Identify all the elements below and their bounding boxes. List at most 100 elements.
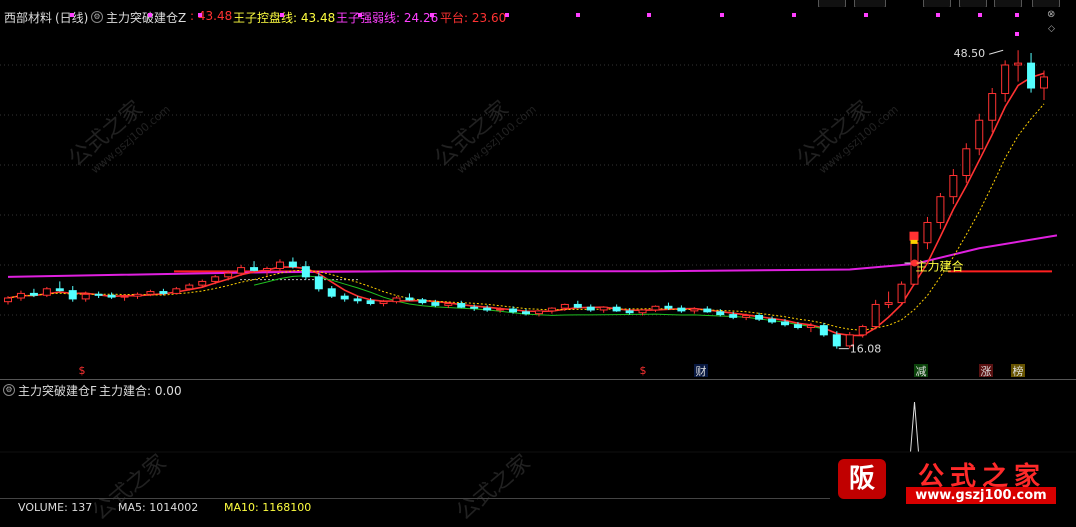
candle (340, 293, 349, 302)
candle-body (806, 325, 815, 328)
candle (1040, 70, 1048, 100)
candle-body (457, 303, 466, 308)
candle-body (1014, 62, 1023, 66)
candle (923, 216, 932, 250)
candle (16, 290, 25, 301)
candle (573, 300, 582, 309)
candle-body (172, 288, 181, 294)
signal-box (909, 231, 919, 241)
candle-body (677, 307, 686, 312)
candle (962, 143, 971, 183)
candle-body (923, 221, 932, 244)
candle-body (884, 302, 893, 305)
candle-body (366, 300, 375, 305)
candle (405, 293, 414, 301)
candle (42, 286, 51, 298)
candle-body (988, 93, 997, 121)
candles-layer (4, 50, 1048, 349)
candle-body (949, 175, 958, 198)
candle-body (638, 309, 647, 314)
candle-body (94, 293, 103, 296)
candle-body (897, 283, 906, 304)
candle-body (42, 288, 51, 296)
candle-body (81, 293, 90, 300)
candle (275, 259, 284, 272)
candle-body (781, 321, 789, 326)
high-price-label: 48.50 (954, 47, 986, 60)
candle (612, 304, 621, 312)
candle-body (301, 266, 310, 278)
candle-body (509, 308, 518, 313)
candle (625, 308, 634, 315)
candle-body (250, 267, 259, 271)
candle-body (146, 291, 155, 295)
top-signal-dot (792, 13, 796, 17)
high-arrow (989, 49, 1004, 55)
candle (133, 292, 142, 299)
candle-body (444, 303, 453, 306)
candle-body (198, 280, 207, 286)
candle-body (703, 308, 712, 313)
marker-zhang: 涨 (981, 365, 992, 378)
candle-body (936, 196, 945, 223)
top-signal-dot (358, 13, 362, 17)
candle-body (871, 303, 880, 328)
candle-body (340, 295, 349, 300)
top-signal-dot (978, 13, 982, 17)
sub-indicator-name[interactable]: 主力突破建仓F (18, 382, 97, 399)
top-signal-dot (647, 13, 651, 17)
candle-body (975, 119, 984, 150)
strong-weak-line (7, 234, 1058, 278)
logo-url: www.gszj100.com (906, 487, 1056, 504)
candle (677, 305, 686, 313)
candle (55, 281, 64, 292)
candle-body (55, 288, 64, 292)
candle-body (224, 272, 233, 278)
candle-body (664, 305, 673, 309)
candle-body (431, 302, 440, 306)
candle-body (496, 308, 505, 311)
candle (288, 257, 297, 269)
candle (975, 113, 984, 156)
candle-body (237, 267, 246, 274)
candle (884, 291, 893, 309)
candle (586, 304, 595, 312)
top-signal-dot (505, 13, 509, 17)
candle-body (625, 310, 634, 314)
candle-body (1001, 64, 1010, 95)
candle (94, 291, 103, 298)
candle-body (327, 288, 336, 297)
candle-body (392, 297, 401, 303)
candle-body (690, 308, 699, 312)
candle-body (133, 293, 142, 297)
candle (250, 261, 259, 272)
low-price-label: 16.08 (850, 343, 882, 356)
candle-body (716, 311, 725, 316)
signal-label: 主力建合 (916, 258, 964, 273)
marker-jian: 减 (916, 365, 927, 378)
candle (457, 300, 466, 309)
top-signal-dot (720, 13, 724, 17)
top-signal-dot (280, 13, 284, 17)
candle-body (560, 303, 569, 309)
candle (897, 281, 906, 305)
candle-body (68, 290, 77, 300)
candle-body (418, 299, 427, 304)
marker-s1: $ (79, 364, 86, 377)
candle-body (1027, 62, 1036, 89)
candle (107, 292, 116, 299)
top-signal-dot (430, 13, 434, 17)
sub-settings-circle-icon[interactable]: ⚙ (3, 384, 15, 396)
candle-body (768, 318, 777, 323)
candle (327, 286, 336, 298)
candle-body (573, 303, 582, 308)
green-line (253, 275, 824, 330)
candle-body (586, 306, 595, 311)
top-signal-dot (198, 13, 202, 17)
top-signal-dot (576, 13, 580, 17)
top-signal-dot (1015, 13, 1019, 17)
top-signal-dot (936, 13, 940, 17)
candle (949, 169, 958, 205)
candle-body (793, 324, 802, 328)
marker-bang: 榜 (1013, 364, 1024, 378)
